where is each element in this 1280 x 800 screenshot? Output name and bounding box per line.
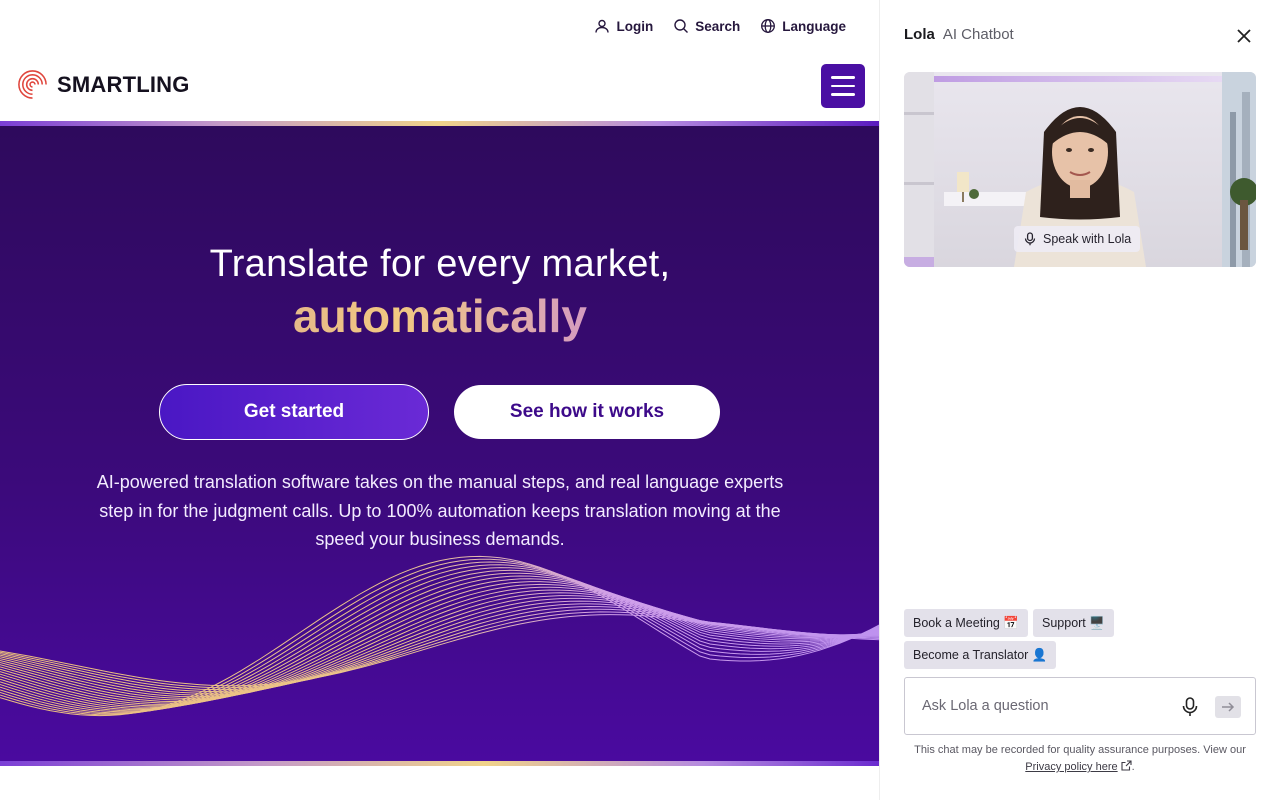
external-link-icon: [1121, 760, 1132, 771]
disclaimer-text: This chat may be recorded for quality as…: [914, 744, 1246, 756]
wave-line: [0, 608, 880, 691]
login-label: Login: [616, 18, 654, 34]
ask-input[interactable]: [922, 694, 1162, 718]
menu-bar: [831, 93, 855, 96]
wave-line: [0, 589, 880, 702]
hero-description: AI-powered translation software takes on…: [96, 472, 784, 549]
menu-bar: [831, 76, 855, 79]
logo[interactable]: SMARTLING: [16, 68, 190, 101]
website: Login Search Language SMARTLING Translat…: [0, 0, 880, 800]
chip-support[interactable]: Support 🖥️: [1033, 609, 1114, 637]
see-how-it-works-button[interactable]: See how it works: [454, 385, 720, 439]
microphone-icon[interactable]: [1179, 696, 1201, 718]
wave-line: [0, 578, 880, 708]
wave-line: [0, 581, 880, 707]
language-link[interactable]: Language: [760, 18, 846, 34]
utility-nav: Login Search Language: [594, 18, 846, 34]
chip-become-translator[interactable]: Become a Translator 👤: [904, 641, 1057, 669]
chat-disclaimer: This chat may be recorded for quality as…: [904, 742, 1256, 776]
get-started-button[interactable]: Get started: [159, 384, 429, 440]
hero-headline-accent: automatically: [0, 287, 880, 345]
hero-gradient-border-bottom: [0, 761, 880, 766]
decorative-wave-lines: [0, 555, 880, 717]
privacy-policy-label: Privacy policy here: [1025, 761, 1118, 773]
page: Login Search Language SMARTLING Translat…: [0, 0, 1280, 800]
brand-name: SMARTLING: [57, 71, 190, 97]
user-icon: [595, 19, 610, 33]
hero-section: Translate for every market, automaticall…: [0, 121, 880, 766]
hamburger-menu-button[interactable]: [821, 64, 865, 108]
arrow-right-icon: [1222, 702, 1235, 712]
smartling-logo-icon: [18, 70, 47, 99]
avatar-video[interactable]: Speak with Lola: [904, 72, 1256, 267]
search-label: Search: [695, 18, 741, 34]
globe-icon: [761, 19, 776, 33]
close-icon[interactable]: [1234, 26, 1254, 46]
login-link[interactable]: Login: [594, 18, 653, 34]
language-label: Language: [782, 18, 846, 34]
chatbot-subtitle: AI Chatbot: [942, 26, 1014, 43]
privacy-policy-link[interactable]: Privacy policy here: [1025, 760, 1132, 773]
search-link[interactable]: Search: [673, 18, 740, 34]
wave-line: [0, 595, 880, 699]
search-icon: [674, 19, 689, 33]
speak-with-lola-label: Speak with Lola: [1043, 232, 1132, 246]
chat-header: Lola AI Chatbot: [904, 26, 1014, 43]
send-button[interactable]: [1215, 696, 1241, 718]
chatbot-panel: Lola AI Chatbot Speak with Lola Book a M…: [880, 0, 1280, 800]
microphone-icon: [1024, 232, 1036, 246]
hero-gradient-border-top: [0, 121, 880, 126]
speak-with-lola-button[interactable]: Speak with Lola: [1014, 226, 1141, 252]
chip-book-meeting[interactable]: Book a Meeting 📅: [904, 609, 1028, 637]
hero-headline: Translate for every market,: [209, 243, 671, 285]
menu-bar: [831, 84, 855, 88]
ask-box: [904, 677, 1256, 735]
chatbot-name: Lola: [904, 26, 935, 43]
disclaimer-end: .: [1131, 761, 1135, 773]
